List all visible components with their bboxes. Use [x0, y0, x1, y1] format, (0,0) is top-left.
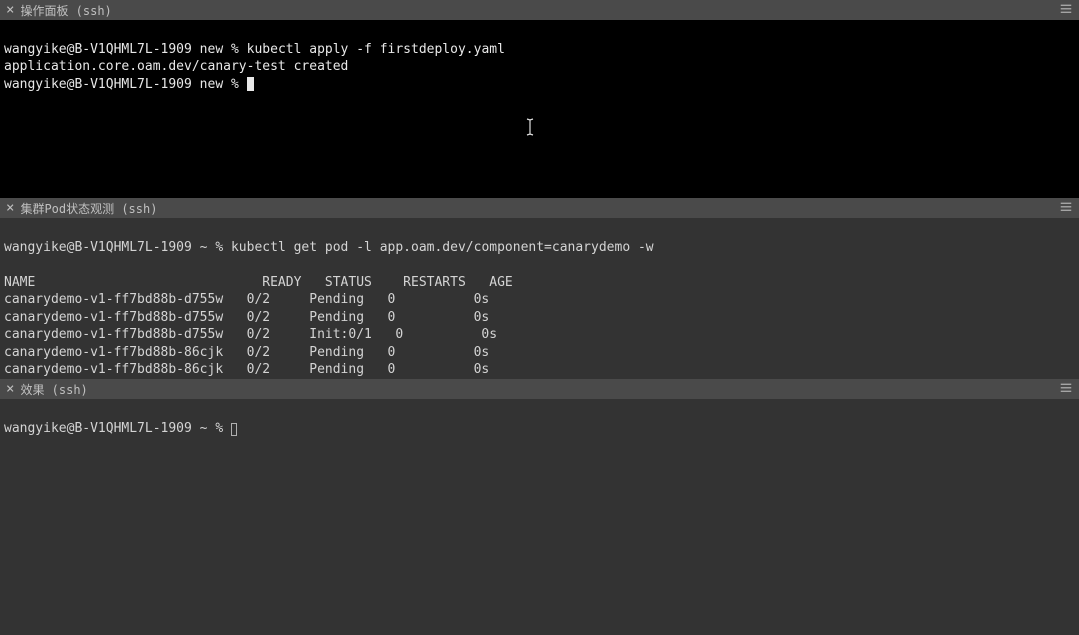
menu-icon[interactable] [1059, 200, 1073, 217]
pane-header-1: × 操作面板 (ssh) [0, 0, 1079, 20]
table-row: canarydemo-v1-ff7bd88b-86cjk 0/2 Pending… [4, 345, 489, 360]
terminal-pane-3: × 效果 (ssh) wangyike@B-V1QHML7L-1909 ~ % [0, 379, 1079, 635]
output-line: application.core.oam.dev/canary-test cre… [4, 59, 348, 74]
menu-icon[interactable] [1059, 2, 1073, 19]
pane-title-3: 效果 (ssh) [20, 381, 87, 398]
pane-header-2: × 集群Pod状态观测 (ssh) [0, 198, 1079, 218]
table-row: canarydemo-v1-ff7bd88b-d755w 0/2 Init:0/… [4, 327, 497, 342]
prompt-prefix: wangyike@B-V1QHML7L-1909 new % [4, 42, 247, 57]
pane-header-3: × 效果 (ssh) [0, 379, 1079, 399]
command-text: kubectl get pod -l app.oam.dev/component… [231, 240, 654, 255]
close-icon[interactable]: × [6, 3, 14, 17]
terminal-content-2[interactable]: wangyike@B-V1QHML7L-1909 ~ % kubectl get… [0, 218, 1079, 379]
terminal-content-3[interactable]: wangyike@B-V1QHML7L-1909 ~ % [0, 399, 1079, 635]
command-text: kubectl apply -f firstdeploy.yaml [247, 42, 505, 57]
table-header: NAME READY STATUS RESTARTS AGE [4, 275, 513, 290]
table-row: canarydemo-v1-ff7bd88b-d755w 0/2 Pending… [4, 292, 489, 307]
pane-title-2: 集群Pod状态观测 (ssh) [20, 200, 157, 217]
prompt-prefix: wangyike@B-V1QHML7L-1909 new % [4, 77, 247, 92]
cursor-block [247, 77, 254, 91]
pane-title-1: 操作面板 (ssh) [20, 2, 111, 19]
table-row: canarydemo-v1-ff7bd88b-86cjk 0/2 Pending… [4, 362, 489, 377]
close-icon[interactable]: × [6, 201, 14, 215]
prompt-prefix: wangyike@B-V1QHML7L-1909 ~ % [4, 240, 231, 255]
prompt-prefix: wangyike@B-V1QHML7L-1909 ~ % [4, 421, 231, 436]
cursor-hollow [231, 423, 237, 436]
menu-icon[interactable] [1059, 381, 1073, 398]
terminal-pane-1: × 操作面板 (ssh) wangyike@B-V1QHML7L-1909 ne… [0, 0, 1079, 198]
terminal-content-1[interactable]: wangyike@B-V1QHML7L-1909 new % kubectl a… [0, 20, 1079, 198]
table-row: canarydemo-v1-ff7bd88b-d755w 0/2 Pending… [4, 310, 489, 325]
terminal-pane-2: × 集群Pod状态观测 (ssh) wangyike@B-V1QHML7L-19… [0, 198, 1079, 379]
close-icon[interactable]: × [6, 382, 14, 396]
